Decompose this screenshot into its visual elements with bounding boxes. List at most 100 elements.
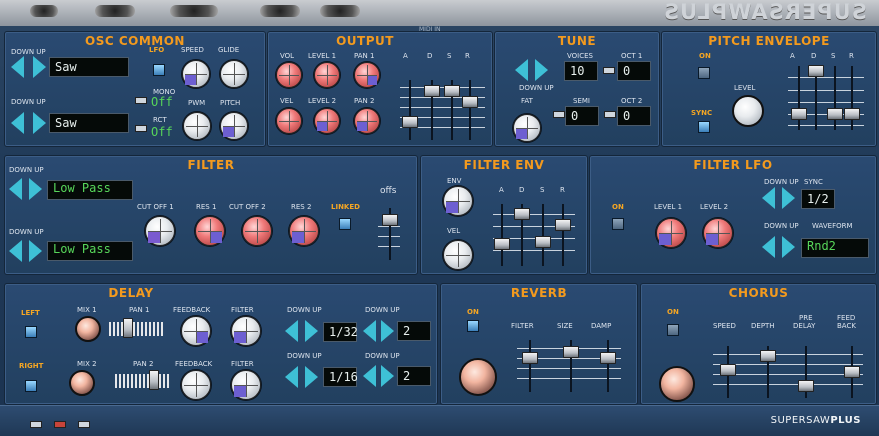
- reverb-on-toggle[interactable]: [467, 320, 479, 332]
- semi-switch[interactable]: [553, 111, 565, 118]
- adsr-r-label: R: [849, 52, 854, 60]
- down-up-label: DOWN UP: [9, 166, 44, 174]
- voices-up-arrow-icon[interactable]: [535, 59, 548, 81]
- output-attack-fader[interactable]: [402, 116, 418, 128]
- lfo-level1-knob[interactable]: [656, 218, 686, 248]
- delay-panel: DELAY LEFT RIGHT MIX 1 PAN 1 FEEDBACK FI…: [4, 283, 438, 405]
- top-control-icon[interactable]: [320, 5, 360, 17]
- wave1-down-arrow-icon[interactable]: [11, 56, 24, 78]
- time2-down-arrow-icon[interactable]: [285, 366, 298, 388]
- lfo-toggle[interactable]: [153, 64, 165, 76]
- footer-logo: SUPERSAWPLUS: [771, 415, 861, 426]
- wave2-down-arrow-icon[interactable]: [11, 112, 24, 134]
- pitch-sustain-fader[interactable]: [827, 108, 843, 120]
- sync-up-arrow-icon[interactable]: [782, 187, 795, 209]
- pan1-slider-handle[interactable]: [123, 318, 133, 338]
- env-knob[interactable]: [443, 186, 473, 216]
- linked-toggle[interactable]: [339, 218, 351, 230]
- reverb-size-fader[interactable]: [563, 346, 579, 358]
- pitch-knob[interactable]: [220, 112, 248, 140]
- pan2-knob[interactable]: [354, 108, 380, 134]
- filter1-down-arrow-icon[interactable]: [9, 178, 22, 200]
- down-up-label: DOWN UP: [11, 48, 46, 56]
- output-decay-fader[interactable]: [424, 85, 440, 97]
- time2-up-arrow-icon[interactable]: [305, 366, 318, 388]
- filter-env-decay-fader[interactable]: [514, 208, 530, 220]
- mix1-knob[interactable]: [75, 316, 101, 342]
- pan2-slider-handle[interactable]: [149, 370, 159, 390]
- chorus-on-toggle[interactable]: [667, 324, 679, 336]
- glide-knob[interactable]: [220, 60, 248, 88]
- speed-knob[interactable]: [182, 60, 210, 88]
- filter2-down-arrow-icon[interactable]: [9, 240, 22, 262]
- panel-title: FILTER: [187, 158, 235, 172]
- wave2-up-arrow-icon[interactable]: [33, 112, 46, 134]
- reverb-damp-fader[interactable]: [600, 352, 616, 364]
- rct-switch[interactable]: [135, 125, 147, 132]
- filter-lfo-on-toggle[interactable]: [612, 218, 624, 230]
- pan2-slider[interactable]: [115, 374, 169, 388]
- level1-knob[interactable]: [314, 62, 340, 88]
- res1-knob[interactable]: [195, 216, 225, 246]
- voices-down-arrow-icon[interactable]: [515, 59, 528, 81]
- left-toggle[interactable]: [25, 326, 37, 338]
- pitch-decay-fader[interactable]: [808, 65, 824, 77]
- mono-switch[interactable]: [135, 97, 147, 104]
- chorus-predelay-fader[interactable]: [798, 380, 814, 392]
- delay-filter1-knob[interactable]: [231, 316, 261, 346]
- mix2-knob[interactable]: [69, 370, 95, 396]
- waveform-down-arrow-icon[interactable]: [762, 236, 775, 258]
- filter1-up-arrow-icon[interactable]: [29, 178, 42, 200]
- vel-knob[interactable]: [276, 108, 302, 134]
- feedback2-knob[interactable]: [181, 370, 211, 400]
- pan1-slider[interactable]: [109, 322, 163, 336]
- oct1-switch[interactable]: [603, 67, 615, 74]
- level2-knob[interactable]: [314, 108, 340, 134]
- pwm-knob[interactable]: [183, 112, 211, 140]
- waveform-up-arrow-icon[interactable]: [782, 236, 795, 258]
- filter-env-sustain-fader[interactable]: [535, 236, 551, 248]
- oct2-switch[interactable]: [604, 111, 616, 118]
- chorus-mix-knob[interactable]: [659, 366, 695, 402]
- count1-down-arrow-icon[interactable]: [363, 320, 376, 342]
- pitch-attack-fader[interactable]: [791, 108, 807, 120]
- count1-up-arrow-icon[interactable]: [381, 320, 394, 342]
- cutoff2-knob[interactable]: [242, 216, 272, 246]
- synth-window: SUPERSAWPLUS MIDI IN OSC COMMON DOWN UP …: [0, 0, 879, 436]
- cutoff1-knob[interactable]: [145, 216, 175, 246]
- chorus-speed-fader[interactable]: [720, 364, 736, 376]
- vol-knob[interactable]: [276, 62, 302, 88]
- pitch-env-on-toggle[interactable]: [698, 67, 710, 79]
- output-sustain-fader[interactable]: [444, 85, 460, 97]
- res2-knob[interactable]: [289, 216, 319, 246]
- pitch-release-fader[interactable]: [844, 108, 860, 120]
- top-control-icon[interactable]: [170, 5, 218, 17]
- top-control-icon[interactable]: [95, 5, 135, 17]
- pitch-env-sync-toggle[interactable]: [698, 121, 710, 133]
- chorus-depth-fader[interactable]: [760, 350, 776, 362]
- sync-down-arrow-icon[interactable]: [762, 187, 775, 209]
- count2-up-arrow-icon[interactable]: [381, 365, 394, 387]
- reverb-filter-fader[interactable]: [522, 352, 538, 364]
- time1-up-arrow-icon[interactable]: [305, 320, 318, 342]
- wave1-up-arrow-icon[interactable]: [33, 56, 46, 78]
- pan1-knob[interactable]: [354, 62, 380, 88]
- vel-knob[interactable]: [443, 240, 473, 270]
- filter-env-release-fader[interactable]: [555, 219, 571, 231]
- pitch-env-level-knob[interactable]: [732, 95, 764, 127]
- filter-env-attack-fader[interactable]: [494, 238, 510, 250]
- feedback1-knob[interactable]: [181, 316, 211, 346]
- count2-down-arrow-icon[interactable]: [363, 365, 376, 387]
- delay-filter2-knob[interactable]: [231, 370, 261, 400]
- time1-down-arrow-icon[interactable]: [285, 320, 298, 342]
- top-control-icon[interactable]: [260, 5, 300, 17]
- right-toggle[interactable]: [25, 380, 37, 392]
- chorus-feedback-fader[interactable]: [844, 366, 860, 378]
- top-control-icon[interactable]: [30, 5, 58, 17]
- fat-knob[interactable]: [513, 114, 541, 142]
- output-release-fader[interactable]: [462, 96, 478, 108]
- filter-offset-fader[interactable]: [382, 214, 398, 226]
- lfo-level2-knob[interactable]: [703, 218, 733, 248]
- filter2-up-arrow-icon[interactable]: [29, 240, 42, 262]
- reverb-mix-knob[interactable]: [459, 358, 497, 396]
